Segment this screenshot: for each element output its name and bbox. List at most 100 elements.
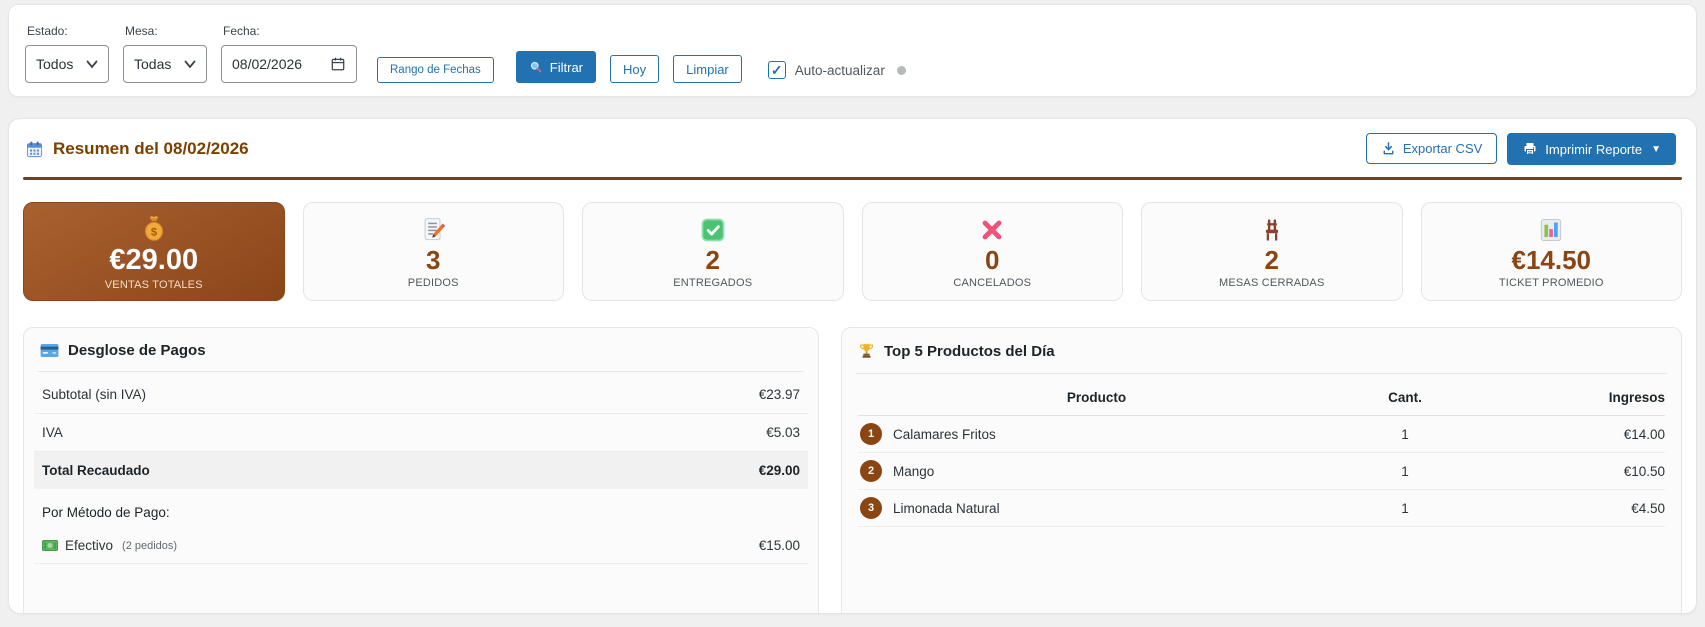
svg-text:$: $: [151, 227, 158, 239]
fecha-value: 08/02/2026: [232, 56, 303, 72]
estado-select-value: Todos: [36, 56, 74, 72]
mesa-label: Mesa:: [125, 24, 158, 38]
top-products-panel: Top 5 Productos del Día Producto Cant. I…: [841, 327, 1682, 613]
column-header-producto: Producto: [1066, 390, 1127, 405]
stat-card-cancelados: 0 CANCELADOS: [861, 202, 1123, 301]
banknote-icon: [42, 540, 58, 551]
payment-method-name: Efectivo: [65, 538, 114, 553]
mesa-filter-group: Mesa: Todas: [123, 24, 207, 83]
top-products-table: Producto Cant. Ingresos 1 Calamares Frit…: [858, 378, 1665, 527]
payment-row-total: Total Recaudado €29.00: [34, 452, 808, 489]
table-row: 3 Limonada Natural 1 €4.50: [858, 490, 1665, 527]
calendar-icon: [25, 140, 44, 159]
payments-rows: Subtotal (sin IVA) €23.97 IVA €5.03 Tota…: [34, 376, 808, 489]
stat-label: PEDIDOS: [407, 277, 459, 290]
product-qty: 1: [1401, 463, 1409, 479]
fecha-label: Fecha:: [223, 24, 260, 38]
memo-icon: [419, 214, 447, 246]
stat-value: €14.50: [1511, 244, 1592, 275]
estado-filter-group: Estado: Todos: [25, 24, 109, 83]
stats-row: $ €29.00 VENTAS TOTALES 3 PEDIDOS 2 ENTR…: [23, 202, 1682, 301]
limpiar-button[interactable]: Limpiar: [673, 55, 742, 83]
payment-methods-rows: Efectivo (2 pedidos) €15.00: [34, 528, 808, 564]
top-products-panel-title: Top 5 Productos del Día: [856, 328, 1667, 374]
rank-badge: 2: [860, 460, 882, 482]
payments-panel-title: Desglose de Pagos: [38, 328, 804, 372]
auto-refresh-checkbox[interactable]: ✓: [767, 61, 786, 79]
product-qty: 1: [1401, 426, 1409, 442]
export-csv-button[interactable]: Exportar CSV: [1365, 133, 1498, 164]
section-divider: [23, 177, 1682, 180]
hoy-button[interactable]: Hoy: [610, 55, 660, 83]
stat-label: TICKET PROMEDIO: [1498, 277, 1604, 290]
column-header-cant: Cant.: [1388, 390, 1422, 405]
payment-row-iva: IVA €5.03: [34, 414, 808, 452]
stat-label: VENTAS TOTALES: [104, 278, 203, 291]
stat-value: 2: [1264, 244, 1279, 275]
rank-badge: 3: [860, 497, 882, 519]
payment-row-value: €5.03: [766, 425, 800, 440]
payment-row-label: IVA: [42, 425, 63, 440]
payment-method-row-efectivo: Efectivo (2 pedidos) €15.00: [34, 528, 808, 564]
payment-methods-header: Por Método de Pago:: [42, 505, 170, 520]
status-dot: [896, 65, 906, 75]
page-title: Resumen del 08/02/2026: [25, 139, 249, 159]
bar-chart-icon: [1537, 214, 1565, 246]
search-icon: [529, 60, 543, 74]
stat-card-entregados: 2 ENTREGADOS: [582, 202, 844, 301]
payment-method-detail: (2 pedidos): [122, 539, 178, 552]
product-revenue: €4.50: [1631, 500, 1665, 516]
product-revenue: €14.00: [1623, 426, 1665, 442]
payment-method-value: €15.00: [758, 538, 800, 553]
stat-card-mesas-cerradas: 2 MESAS CERRADAS: [1141, 202, 1403, 301]
product-name: Calamares Fritos: [893, 426, 996, 442]
summary-card: Resumen del 08/02/2026 Exportar CSV Impr…: [8, 118, 1697, 614]
panels-row: Desglose de Pagos Subtotal (sin IVA) €23…: [23, 327, 1682, 613]
table-row: 1 Calamares Fritos 1 €14.00: [858, 416, 1665, 453]
mesa-select[interactable]: Todas: [123, 45, 207, 83]
fecha-filter-group: Fecha: 08/02/2026: [221, 24, 357, 83]
top-products-table-header: Producto Cant. Ingresos: [858, 378, 1665, 416]
payment-row-label: Subtotal (sin IVA): [42, 387, 147, 402]
stat-card-pedidos: 3 PEDIDOS: [302, 202, 564, 301]
filtrar-button[interactable]: Filtrar: [515, 51, 597, 83]
stat-card-ventas-totales: $ €29.00 VENTAS TOTALES: [23, 202, 285, 301]
money-bag-icon: $: [139, 212, 169, 244]
payment-row-value: €23.97: [758, 387, 800, 402]
stat-label: ENTREGADOS: [673, 277, 753, 290]
rank-badge: 1: [860, 423, 882, 445]
auto-refresh-label: Auto-actualizar: [794, 62, 885, 78]
column-header-ingresos: Ingresos: [1608, 390, 1665, 405]
fecha-date-input[interactable]: 08/02/2026: [221, 45, 357, 83]
stat-value: 0: [985, 244, 1000, 275]
stat-value: 3: [426, 244, 441, 275]
rango-de-fechas-button[interactable]: Rango de Fechas: [377, 57, 494, 83]
payment-row-label: Total Recaudado: [42, 463, 150, 478]
table-row: 2 Mango 1 €10.50: [858, 453, 1665, 490]
stat-label: MESAS CERRADAS: [1219, 277, 1325, 290]
estado-label: Estado:: [27, 24, 68, 38]
stat-value: €29.00: [109, 244, 199, 277]
summary-header: Resumen del 08/02/2026 Exportar CSV Impr…: [9, 119, 1696, 177]
payment-row-subtotal: Subtotal (sin IVA) €23.97: [34, 376, 808, 414]
payment-row-value: €29.00: [758, 463, 800, 478]
credit-card-icon: [40, 343, 59, 358]
print-report-button[interactable]: Imprimir Reporte ▼: [1507, 133, 1676, 165]
chevron-down-icon: [86, 60, 98, 69]
trophy-icon: [858, 342, 875, 361]
stat-card-ticket-promedio: €14.50 TICKET PROMEDIO: [1420, 202, 1682, 301]
product-revenue: €10.50: [1623, 463, 1665, 479]
product-qty: 1: [1401, 500, 1409, 516]
caret-down-icon: ▼: [1651, 143, 1661, 155]
download-icon: [1381, 141, 1396, 156]
chair-icon: [1259, 214, 1285, 246]
chevron-down-icon: [184, 60, 196, 69]
calendar-glyph-icon: [330, 56, 346, 72]
filter-bar: Estado: Todos Mesa: Todas Fecha: 08/02/2…: [8, 4, 1697, 97]
check-icon: [699, 214, 727, 246]
stat-label: CANCELADOS: [953, 277, 1032, 290]
estado-select[interactable]: Todos: [25, 45, 109, 83]
printer-icon: [1522, 141, 1538, 157]
stat-value: 2: [705, 244, 720, 275]
auto-refresh-group: ✓ Auto-actualizar: [767, 61, 906, 79]
